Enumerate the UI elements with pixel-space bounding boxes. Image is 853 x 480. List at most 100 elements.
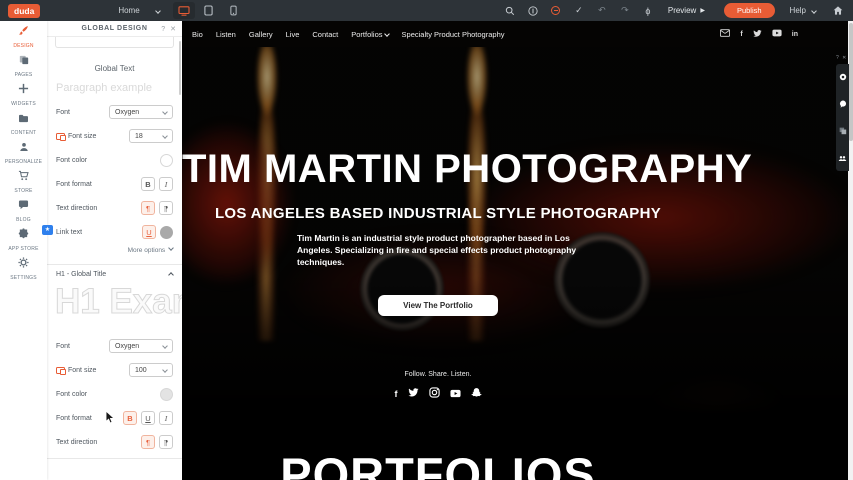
preview-button[interactable]: Preview ▶ <box>668 6 705 15</box>
sidebar-item-label: SETTINGS <box>10 275 37 281</box>
sidebar-item-blog[interactable]: BLOG <box>0 195 47 224</box>
global-design-panel: GLOBAL DESIGN ? ✕ global style see below… <box>47 21 182 480</box>
sidebar-item-label: PAGES <box>15 72 33 78</box>
sidebar-item-personalize[interactable]: PERSONALIZE <box>0 137 47 166</box>
sidebar-item-settings[interactable]: SETTINGS <box>0 253 47 282</box>
home-icon[interactable] <box>831 4 845 18</box>
sidebar-item-label: CONTENT <box>11 130 37 136</box>
info-icon[interactable] <box>526 4 540 18</box>
h1-font-size-select[interactable]: 100 <box>129 363 173 377</box>
twitter-icon[interactable] <box>753 29 762 40</box>
twitter-icon[interactable] <box>408 385 419 403</box>
undo-icon[interactable]: ↶ <box>595 4 609 18</box>
h1-font-select[interactable]: Oxygen <box>109 339 173 353</box>
comment-icon[interactable] <box>839 95 847 113</box>
youtube-icon[interactable] <box>772 29 782 39</box>
ltr-button[interactable]: ¶ <box>141 201 155 215</box>
h1-font-color-swatch[interactable] <box>160 388 173 401</box>
hero-subtitle: LOS ANGELES BASED INDUSTRIAL STYLE PHOTO… <box>182 205 694 222</box>
search-icon[interactable] <box>503 4 517 18</box>
nav-link-specialty[interactable]: Specialty Product Photography <box>402 30 505 39</box>
mobile-icon[interactable] <box>223 2 245 19</box>
nav-link-gallery[interactable]: Gallery <box>249 30 273 39</box>
layers-icon[interactable] <box>839 122 847 140</box>
facebook-icon[interactable]: f <box>740 31 742 38</box>
link-underline-button[interactable]: U <box>142 225 156 239</box>
divider <box>47 458 182 459</box>
help-menu[interactable]: Help <box>790 6 816 15</box>
facebook-icon[interactable]: f <box>395 389 398 399</box>
more-options-link[interactable]: More options <box>47 244 182 260</box>
italic-button[interactable]: I <box>159 177 173 191</box>
camera-icon[interactable] <box>839 68 847 86</box>
chevron-down-icon <box>162 343 168 349</box>
h1-bold-button[interactable]: B <box>123 411 137 425</box>
scrollbar-thumb[interactable] <box>849 23 853 141</box>
instagram-icon[interactable] <box>429 385 440 403</box>
font-select[interactable]: Oxygen <box>109 105 173 119</box>
sidebar-item-label: DESIGN <box>13 43 33 49</box>
check-icon[interactable]: ✓ <box>572 4 586 18</box>
sidebar-item-widgets[interactable]: WIDGETS <box>0 79 47 108</box>
dev-mode-icon[interactable]: ϕ <box>641 4 655 18</box>
nav-link-listen[interactable]: Listen <box>216 30 236 39</box>
page-selector[interactable]: Home <box>118 6 159 15</box>
folder-icon <box>18 110 29 128</box>
site-nav: Bio Listen Gallery Live Contact Portfoli… <box>182 21 848 47</box>
sidebar-item-pages[interactable]: PAGES <box>0 50 47 79</box>
panel-scrollbar[interactable] <box>179 41 181 95</box>
chevron-down-icon <box>811 8 817 14</box>
nav-link-contact[interactable]: Contact <box>312 30 338 39</box>
sidebar-item-label: PERSONALIZE <box>5 159 42 165</box>
gear-icon <box>18 255 29 273</box>
rtl-button[interactable]: ¶ <box>159 201 173 215</box>
h1-underline-button[interactable]: U <box>141 411 155 425</box>
sidebar-item-app-store[interactable]: ★ APP STORE <box>0 224 47 253</box>
sidebar-item-design[interactable]: DESIGN <box>0 21 47 50</box>
nav-link-portfolios[interactable]: Portfolios <box>351 30 388 39</box>
panel-help-icon[interactable]: ? <box>161 26 165 33</box>
cart-icon <box>18 168 29 186</box>
h1-ltr-button[interactable]: ¶ <box>141 435 155 449</box>
left-sidebar: DESIGN PAGES WIDGETS CONTENT PERSONALIZE… <box>0 21 47 480</box>
close-icon[interactable]: ✕ <box>170 25 176 33</box>
redo-icon[interactable]: ↷ <box>618 4 632 18</box>
email-icon[interactable] <box>720 29 730 39</box>
collaborators-icon[interactable] <box>838 149 847 167</box>
font-format-label: Font format <box>56 415 92 422</box>
h1-italic-button[interactable]: I <box>159 411 173 425</box>
text-direction-label: Text direction <box>56 439 97 446</box>
sidebar-item-store[interactable]: STORE <box>0 166 47 195</box>
desktop-icon[interactable] <box>173 2 195 19</box>
snapchat-icon[interactable] <box>471 385 482 403</box>
font-size-label: Font size <box>68 133 96 140</box>
duda-logo[interactable]: duda <box>8 4 40 18</box>
chevron-down-icon <box>155 8 161 14</box>
h1-rtl-button[interactable]: ¶ <box>159 435 173 449</box>
sidebar-item-content[interactable]: CONTENT <box>0 108 47 137</box>
nav-link-bio[interactable]: Bio <box>192 30 203 39</box>
page-selector-label: Home <box>118 6 139 15</box>
font-color-swatch[interactable] <box>160 154 173 167</box>
bold-button[interactable]: B <box>141 177 155 191</box>
hero-paragraph: Tim Martin is an industrial style produc… <box>297 233 579 269</box>
chevron-down-icon <box>162 133 168 139</box>
font-format-label: Font format <box>56 181 92 188</box>
chevron-up-icon <box>168 272 174 278</box>
site-preview: Bio Listen Gallery Live Contact Portfoli… <box>182 21 848 480</box>
chevron-down-icon <box>162 367 168 373</box>
feedback-icon[interactable] <box>549 4 563 18</box>
sidebar-item-label: APP STORE <box>8 246 38 252</box>
h1-section-title: H1 - Global Title <box>56 271 106 278</box>
linkedin-icon[interactable]: in <box>792 31 798 38</box>
publish-button[interactable]: Publish <box>724 3 775 18</box>
font-size-select[interactable]: 18 <box>129 129 173 143</box>
tablet-icon[interactable] <box>198 2 220 19</box>
view-portfolio-button[interactable]: View The Portfolio <box>378 295 498 316</box>
youtube-icon[interactable] <box>450 385 461 403</box>
nav-link-live[interactable]: Live <box>286 30 300 39</box>
h1-section-header[interactable]: H1 - Global Title <box>47 265 182 278</box>
floating-toolbar <box>836 64 849 171</box>
link-color-swatch[interactable] <box>160 226 173 239</box>
brush-icon <box>18 23 29 41</box>
